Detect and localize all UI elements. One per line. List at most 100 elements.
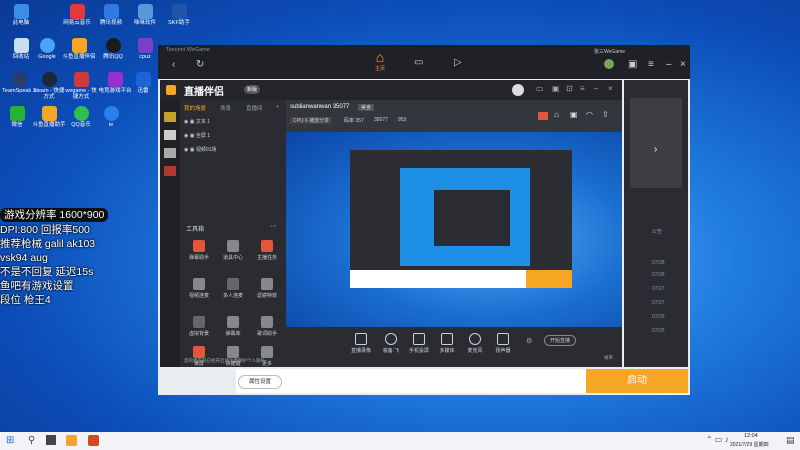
- record-icon[interactable]: ▣: [570, 110, 578, 119]
- news-item[interactable]: 07/27: [652, 286, 665, 292]
- menu-icon[interactable]: ≡: [648, 59, 654, 70]
- news-item[interactable]: 07/26: [652, 314, 665, 320]
- live-record-button[interactable]: 直播录像: [348, 333, 374, 354]
- banner-image[interactable]: [630, 98, 682, 188]
- start-live-button[interactable]: 开始直播: [544, 335, 577, 346]
- desktop-icon[interactable]: ie: [94, 106, 128, 128]
- gift-icon[interactable]: ▣: [552, 84, 560, 93]
- logo-icon: [166, 85, 176, 95]
- tab-my-scenes[interactable]: 我的场景: [184, 104, 206, 112]
- desktop-icon[interactable]: 此电脑: [4, 4, 38, 26]
- news-item[interactable]: 07/28: [652, 260, 665, 266]
- settings-icon[interactable]: ⚙: [526, 337, 532, 345]
- menu-icon[interactable]: ≡: [580, 84, 585, 93]
- cart-icon[interactable]: ⊡: [566, 84, 573, 93]
- media-button[interactable]: 多媒体: [434, 333, 460, 354]
- clock-date[interactable]: 2021/7/29 星期四: [730, 441, 769, 448]
- desktop-icon[interactable]: steam - 快捷方式: [32, 72, 66, 100]
- minimize-icon[interactable]: –: [594, 84, 598, 93]
- stat-bitrate: 码率 357: [344, 118, 364, 124]
- tool-danmaku-lib[interactable]: 弹幕库: [218, 316, 248, 337]
- desktop-icon[interactable]: 腾讯视频: [94, 4, 128, 26]
- lock-icon[interactable]: ⌂: [554, 110, 559, 119]
- tool-video-link[interactable]: 视频连麦: [184, 278, 214, 299]
- desktop-icon[interactable]: wegame - 快捷方式: [64, 72, 98, 100]
- windows-start-icon[interactable]: ⊞: [6, 435, 14, 446]
- sidebar-icon[interactable]: [164, 166, 176, 176]
- refresh-icon[interactable]: ↻: [196, 59, 204, 70]
- inbox-icon[interactable]: ▭: [414, 57, 423, 68]
- scene-row-3[interactable]: ◉ ▣ 视频01场: [184, 146, 216, 153]
- gift-icon[interactable]: ▣: [628, 59, 637, 70]
- alert-icon[interactable]: [538, 112, 548, 120]
- desktop-icon[interactable]: 斗鱼直播助手: [32, 106, 66, 128]
- more-icon[interactable]: ⋯: [270, 222, 277, 230]
- news-item[interactable]: 07/27: [652, 300, 665, 306]
- news-item[interactable]: 公告: [652, 228, 662, 235]
- scene-panel: 我的场景 场景 直播间 + ◉ ▣ 文本 1 ◉ ▣ 全屏 1 ◉ ▣ 视频01…: [180, 100, 286, 367]
- sidebar-icon[interactable]: [164, 130, 176, 140]
- avatar[interactable]: [604, 59, 614, 69]
- phone-cast-button[interactable]: 手机投屏: [406, 333, 432, 354]
- task-view-icon[interactable]: [46, 435, 56, 445]
- search-icon[interactable]: ⚲: [28, 435, 35, 446]
- tool-danmaku[interactable]: 弹幕助手: [184, 240, 214, 261]
- desktop-icon[interactable]: 迅雷: [126, 72, 160, 94]
- scene-row-1[interactable]: ◉ ▣ 文本 1: [184, 118, 210, 125]
- username[interactable]: 张三WeGame: [594, 48, 625, 55]
- taskbar-app-icon[interactable]: [88, 435, 99, 446]
- desktop-icon[interactable]: 网易云音乐: [60, 4, 94, 26]
- chevron-right-icon[interactable]: ›: [654, 144, 657, 155]
- clock-time[interactable]: 12:04: [744, 433, 758, 439]
- sidebar-icon[interactable]: [164, 148, 176, 158]
- desktop-icon[interactable]: 斗鱼直播伴侣: [62, 38, 96, 60]
- minimize-icon[interactable]: –: [666, 59, 672, 70]
- tool-multi-link[interactable]: 多人连麦: [218, 278, 248, 299]
- back-icon[interactable]: ‹: [172, 59, 175, 70]
- tab-room[interactable]: 直播间: [246, 104, 263, 112]
- desktop-icon[interactable]: Google: [30, 38, 64, 60]
- avatar[interactable]: [512, 84, 524, 96]
- bell-icon[interactable]: ◠: [586, 110, 593, 119]
- tool-filters[interactable]: 滤镜特效: [252, 278, 282, 299]
- app-icon: [137, 4, 153, 19]
- add-scene-button[interactable]: +: [276, 104, 279, 110]
- tool-lyrics[interactable]: 歌词助手: [252, 316, 282, 337]
- tool-props[interactable]: 道具中心: [218, 240, 248, 261]
- home-nav[interactable]: ⌂ 主页: [366, 49, 394, 77]
- scene-row-2[interactable]: ◉ ▣ 全屏 1: [184, 132, 210, 139]
- launch-button[interactable]: 启动: [586, 369, 688, 393]
- tab-scenes[interactable]: 场景: [220, 104, 231, 112]
- props-icon: [227, 240, 239, 252]
- close-icon[interactable]: ×: [608, 84, 613, 93]
- news-item[interactable]: 07/28: [652, 272, 665, 278]
- desktop-icon[interactable]: QQ音乐: [64, 106, 98, 128]
- news-item[interactable]: 07/25: [652, 328, 665, 334]
- chat-icon[interactable]: ▭: [536, 84, 544, 93]
- version-badge[interactable]: 新版: [244, 85, 261, 94]
- desktop-icon[interactable]: 微信: [0, 106, 34, 128]
- nested-live-window: [350, 150, 572, 288]
- share-icon[interactable]: ⇪: [602, 110, 609, 119]
- stream-tag[interactable]: 美食: [358, 104, 375, 111]
- tray-icons[interactable]: ⌃ ▭ ♪: [706, 435, 729, 444]
- qq-music-icon: [73, 106, 89, 121]
- stat-room: 35077: [374, 117, 388, 123]
- close-icon[interactable]: ×: [680, 59, 686, 70]
- mic-button[interactable]: 麦克风: [462, 333, 488, 354]
- desktop-icon[interactable]: TeamSpeak 3: [2, 72, 36, 94]
- desktop-icon[interactable]: 腾讯QQ: [96, 38, 130, 60]
- desktop-icon[interactable]: 咪咪软件: [128, 4, 162, 26]
- taskbar-app-icon[interactable]: [66, 435, 77, 446]
- video-nav-icon[interactable]: ▷: [454, 57, 462, 68]
- tool-tasks[interactable]: 主播任务: [252, 240, 282, 261]
- speaker-button[interactable]: 扬声器: [490, 333, 516, 354]
- desktop-icon[interactable]: SKF助手: [162, 4, 196, 26]
- camera-button[interactable]: 装备.飞: [378, 333, 404, 354]
- tool-virtual-bg[interactable]: 虚拟背景: [184, 316, 214, 337]
- desktop-icon[interactable]: cpuz: [128, 38, 162, 60]
- sidebar-icon[interactable]: [164, 112, 176, 122]
- stream-preview[interactable]: [286, 132, 622, 327]
- notification-icon[interactable]: ▤: [786, 435, 795, 446]
- settings-button[interactable]: 属性设置: [238, 375, 282, 389]
